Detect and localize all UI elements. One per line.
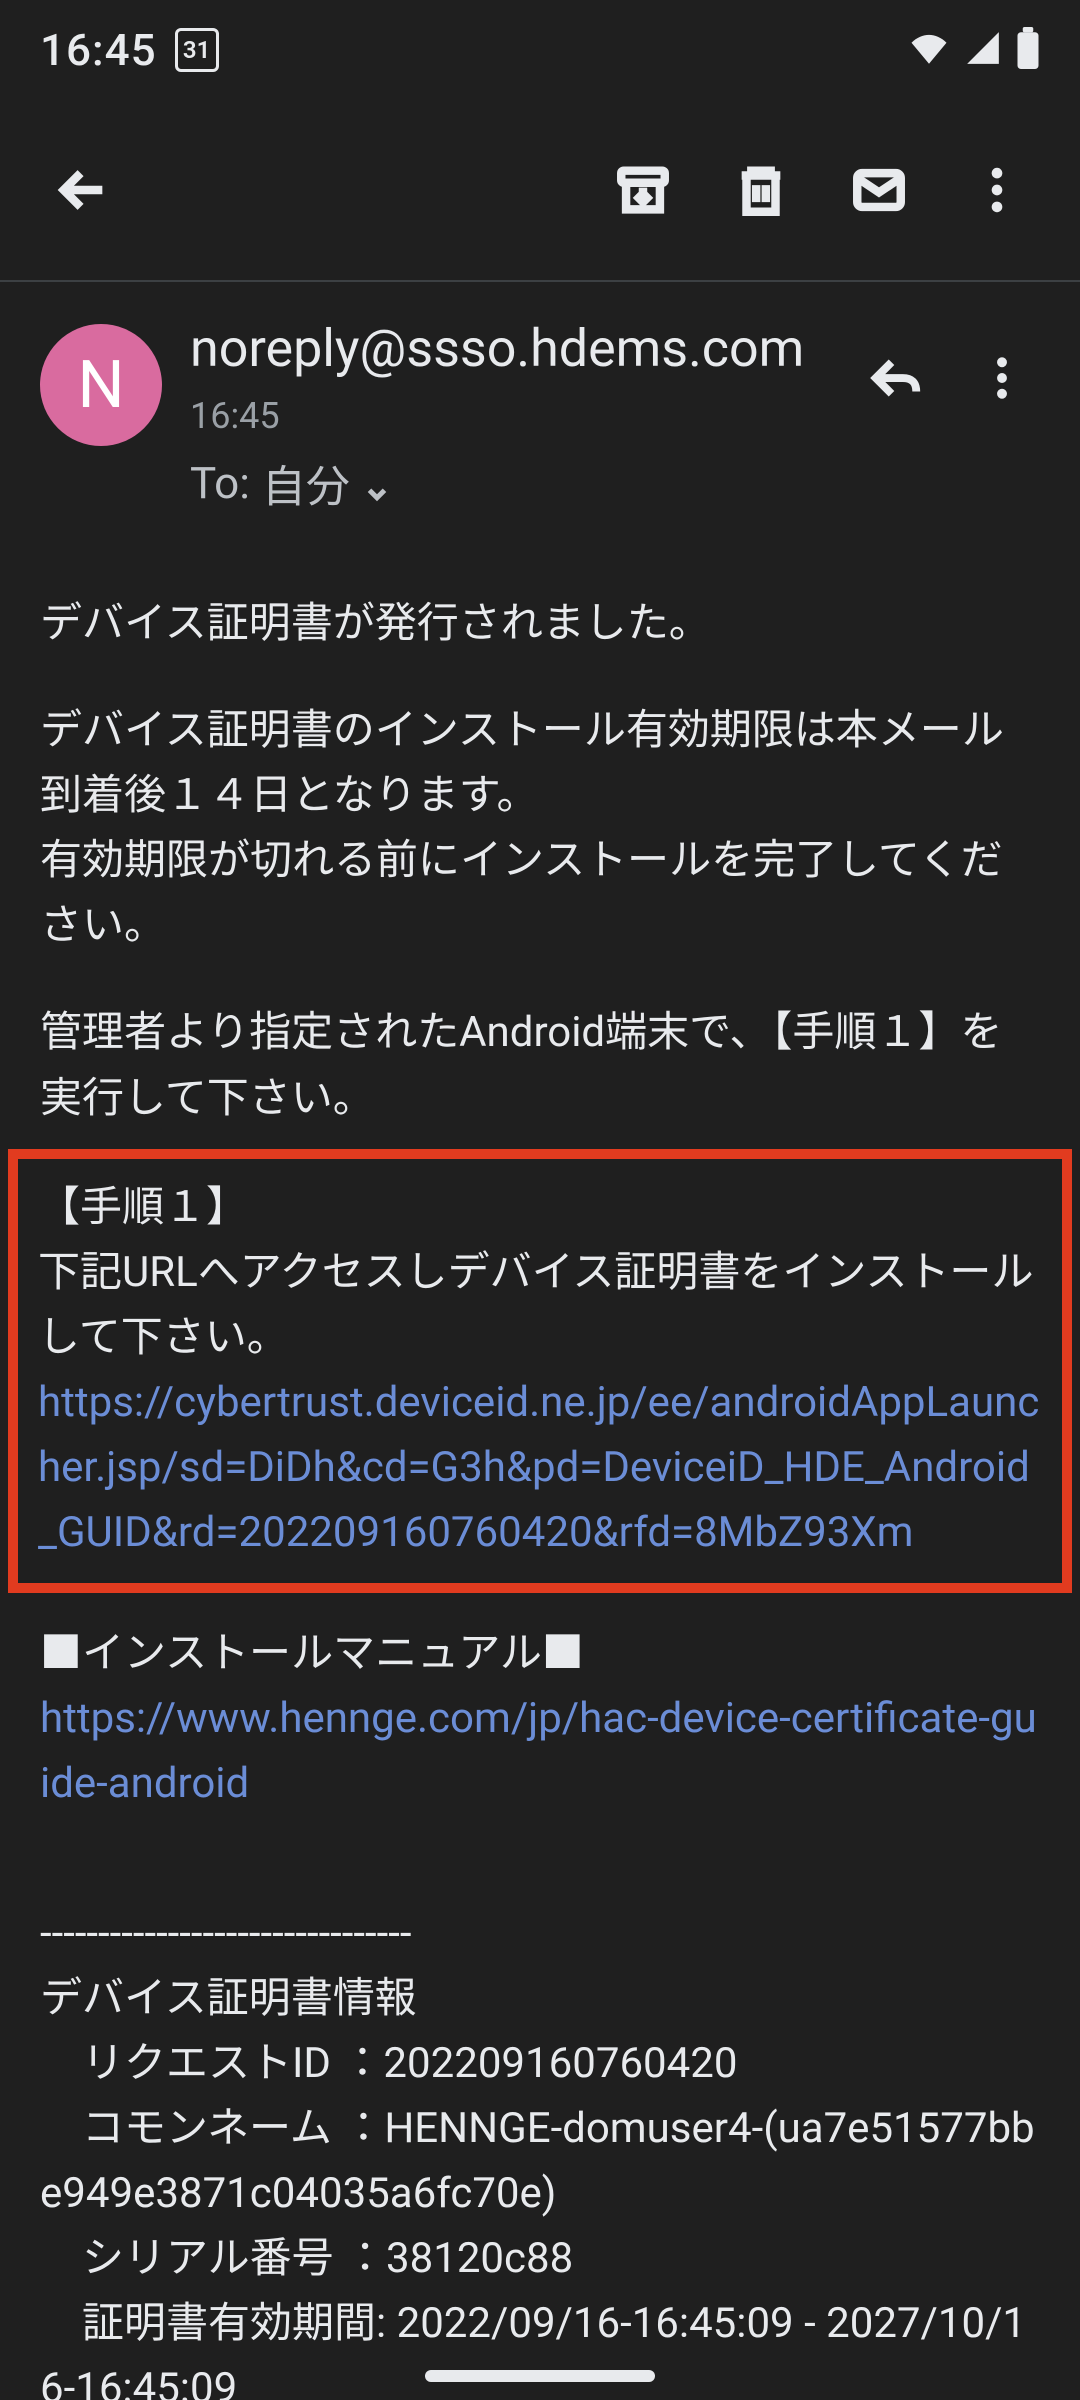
avatar[interactable]: N bbox=[40, 324, 162, 446]
message-more-button[interactable] bbox=[952, 328, 1052, 428]
manual-link[interactable]: https://www.hennge.com/jp/hac-device-cer… bbox=[40, 1694, 1037, 1808]
body-p2b: 有効期限が切れる前にインストールを完了してください。 bbox=[40, 828, 1040, 958]
delete-button[interactable] bbox=[706, 135, 816, 245]
back-button[interactable] bbox=[28, 135, 138, 245]
email-body: デバイス証明書が発行されました。 デバイス証明書のインストール有効期限は本メール… bbox=[0, 535, 1080, 2400]
cert-common-name: コモンネーム ：HENNGE-domuser4-(ua7e51577bbe949… bbox=[40, 2096, 1040, 2226]
cert-request-id: リクエストID ：202209160760420 bbox=[40, 2031, 1040, 2096]
wifi-icon bbox=[908, 27, 950, 73]
reply-button[interactable] bbox=[846, 328, 946, 428]
body-p1: デバイス証明書が発行されました。 bbox=[40, 591, 1040, 656]
calendar-icon: 31 bbox=[175, 28, 219, 72]
mark-unread-button[interactable] bbox=[824, 135, 934, 245]
app-bar bbox=[0, 100, 1080, 280]
battery-icon bbox=[1016, 27, 1040, 73]
cert-serial: シリアル番号 ：38120c88 bbox=[40, 2226, 1040, 2291]
recipients-toggle[interactable]: To: 自分 bbox=[190, 451, 818, 515]
archive-button[interactable] bbox=[588, 135, 698, 245]
separator-top: -------------------------------- bbox=[40, 1901, 1040, 1966]
to-prefix: To: bbox=[190, 457, 250, 509]
sent-time: 16:45 bbox=[190, 395, 280, 437]
step1-link[interactable]: https://cybertrust.deviceid.ne.jp/ee/and… bbox=[38, 1378, 1039, 1557]
body-p3: 管理者より指定されたAndroid端末で、【手順１】を実行して下さい。 bbox=[40, 1000, 1040, 1130]
nav-handle[interactable] bbox=[425, 2370, 655, 2382]
chevron-down-icon bbox=[362, 468, 392, 498]
more-options-button[interactable] bbox=[942, 135, 1052, 245]
manual-header: ■インストールマニュアル■ bbox=[40, 1621, 1040, 1686]
message-header: N noreply@ssso.hdems.com 16:45 To: 自分 bbox=[0, 282, 1080, 535]
cert-info-header: デバイス証明書情報 bbox=[40, 1966, 1040, 2031]
body-p2a: デバイス証明書のインストール有効期限は本メール到着後１４日となります。 bbox=[40, 698, 1040, 828]
step1-highlight: 【手順１】 下記URLへアクセスしデバイス証明書をインストールして下さい。 ht… bbox=[8, 1149, 1072, 1594]
status-bar: 16:45 31 bbox=[0, 0, 1080, 100]
sender-email[interactable]: noreply@ssso.hdems.com bbox=[190, 318, 804, 379]
status-time: 16:45 bbox=[40, 24, 157, 76]
to-value: 自分 bbox=[262, 451, 350, 515]
cellular-icon bbox=[964, 29, 1002, 71]
cert-validity: 証明書有効期間: 2022/09/16-16:45:09 - 2027/10/1… bbox=[40, 2291, 1040, 2400]
step1-text: 下記URLへアクセスしデバイス証明書をインストールして下さい。 bbox=[38, 1240, 1042, 1370]
step1-title: 【手順１】 bbox=[38, 1175, 1042, 1240]
